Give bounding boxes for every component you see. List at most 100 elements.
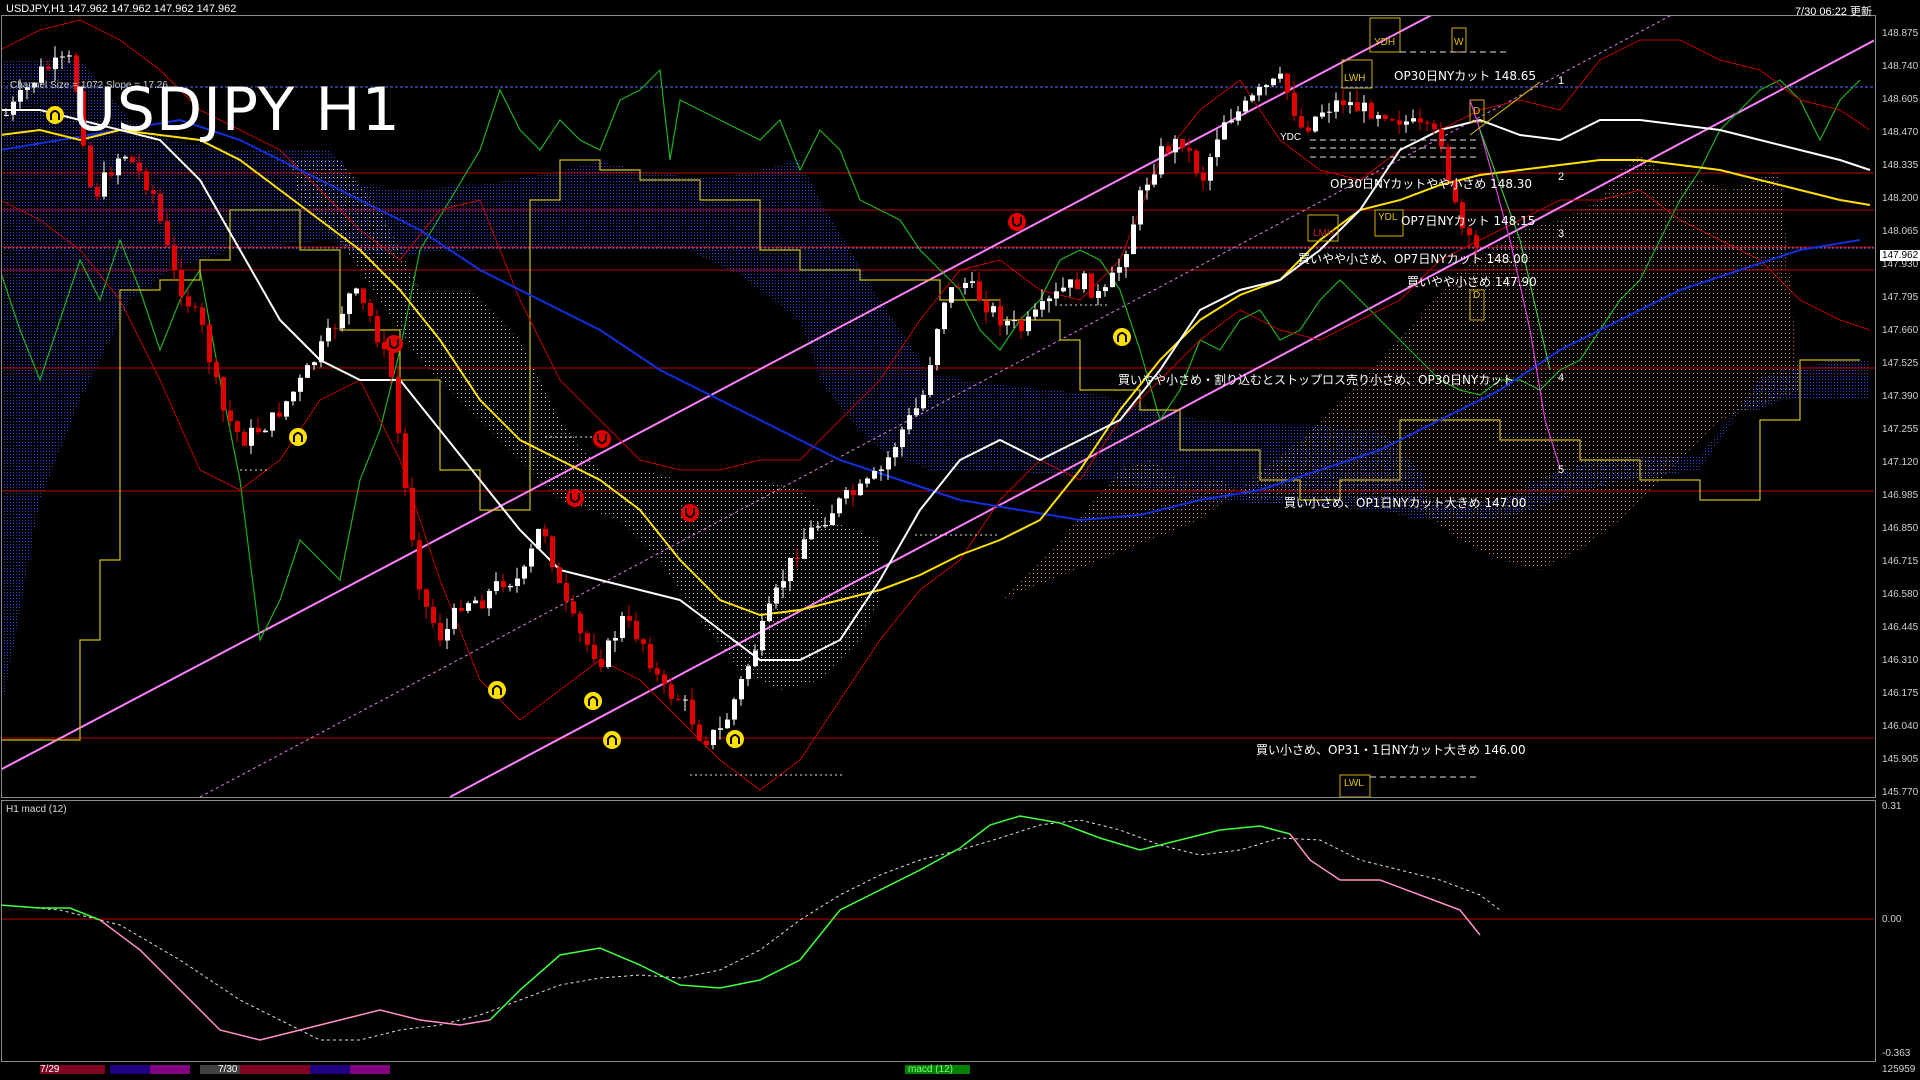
candle-body <box>711 729 716 745</box>
annotation-8: 買い小さめ、OP31・1日NYカット大きめ 146.00 <box>1256 743 1526 757</box>
candle-body <box>200 307 205 325</box>
price-axis-label: 147.255 <box>1882 424 1919 435</box>
candle-body <box>529 548 534 567</box>
candle-body <box>998 306 1003 326</box>
level-lwh: LWH <box>1344 73 1366 84</box>
candle-body <box>669 684 674 699</box>
candle-body <box>466 603 471 611</box>
level-d: D <box>1473 106 1481 117</box>
candle-body <box>1243 100 1248 112</box>
chart-canvas[interactable] <box>0 0 1920 1080</box>
price-axis-label: 146.175 <box>1882 688 1919 699</box>
candle-body <box>914 408 919 416</box>
candle-body <box>46 66 51 70</box>
candle-body <box>725 719 730 729</box>
candle-body <box>1236 111 1241 121</box>
candle-body <box>921 394 926 409</box>
annotation-2: OP30日NYカットやや小さめ 148.30 <box>1330 177 1533 191</box>
candle-body <box>949 287 954 303</box>
candle-body <box>872 471 877 479</box>
candle-body <box>396 376 401 434</box>
level-ydh: YDH <box>1374 37 1396 48</box>
candle-body <box>319 341 324 363</box>
candle-body <box>935 329 940 366</box>
level-w: W <box>1454 37 1464 48</box>
up-fractal-icon <box>1113 328 1131 346</box>
candle-body <box>109 172 114 176</box>
price-axis-label: 147.660 <box>1882 325 1919 336</box>
candle-body <box>1082 273 1087 290</box>
macd-tab[interactable]: macd (12) <box>908 1064 953 1075</box>
candle-body <box>445 628 450 641</box>
candle-body <box>795 558 800 560</box>
annotation-4: 買いやや小さめ、OP7日NYカット 148.00 <box>1298 252 1529 266</box>
chart-header-info: USDJPY,H1 147.962 147.962 147.962 147.96… <box>6 3 237 15</box>
up-fractal-icon <box>603 731 621 749</box>
candle-body <box>403 433 408 488</box>
down-fractal-icon <box>566 489 584 507</box>
price-axis-label: 146.850 <box>1882 523 1919 534</box>
down-fractal-icon <box>385 335 403 353</box>
candle-body <box>207 324 212 363</box>
candle-body <box>508 585 513 588</box>
page-title: USDJPY H1 <box>72 75 401 145</box>
candle-body <box>410 487 415 541</box>
candle-body <box>816 526 821 528</box>
candle-body <box>354 288 359 294</box>
level-ydl: YDL <box>1378 212 1398 223</box>
candle-body <box>1355 102 1360 112</box>
candle-body <box>1215 139 1220 158</box>
up-fractal-icon <box>584 692 602 710</box>
candle-body <box>809 527 814 540</box>
candle-body <box>1047 298 1052 302</box>
candle-body <box>1397 120 1402 125</box>
candle-body <box>1327 111 1332 113</box>
candle-body <box>1383 115 1388 120</box>
candle-body <box>298 377 303 392</box>
candle-body <box>1075 279 1080 290</box>
candle-body <box>480 600 485 609</box>
candle-body <box>137 162 142 172</box>
candle-body <box>179 269 184 297</box>
candle-body <box>1145 184 1150 191</box>
candle-body <box>991 306 996 313</box>
macd-line-pink <box>99 919 491 1041</box>
price-axis-label: 148.470 <box>1882 127 1919 138</box>
candle-body <box>690 699 695 725</box>
timeline-bar <box>40 1065 970 1074</box>
price-axis-label: 148.740 <box>1882 61 1919 72</box>
candle-body <box>487 591 492 609</box>
candle-body <box>1166 146 1171 153</box>
annotation-5: 買いやや小さめ 147.90 <box>1407 275 1537 289</box>
level-d2: D <box>1473 290 1481 301</box>
price-axis-label: 146.580 <box>1882 589 1919 600</box>
candle-body <box>270 412 275 431</box>
candle-body <box>165 221 170 246</box>
candle-body <box>1432 123 1437 130</box>
candle-body <box>1418 118 1423 123</box>
candle-body <box>1257 87 1262 96</box>
candle-body <box>235 421 240 432</box>
up-fractal-icon <box>46 106 64 124</box>
macd-line-green2 <box>489 815 1291 1021</box>
candle-body <box>1187 148 1192 151</box>
candle-body <box>683 699 688 701</box>
candle-body <box>1306 127 1311 132</box>
candle-body <box>228 410 233 422</box>
candle-body <box>830 513 835 526</box>
candle-body <box>1208 157 1213 181</box>
candle-body <box>970 281 975 283</box>
candle-body <box>186 296 191 307</box>
candle-body <box>1040 301 1045 310</box>
candle-body <box>585 633 590 645</box>
price-axis-label: 145.905 <box>1882 754 1919 765</box>
candle-body <box>963 282 968 289</box>
candle-body <box>1348 102 1353 106</box>
candle-body <box>1026 316 1031 332</box>
candle-body <box>172 245 177 270</box>
candle-body <box>53 57 58 70</box>
candle-body <box>1474 235 1479 248</box>
candle-body <box>536 528 541 549</box>
price-axis-label: 148.200 <box>1882 193 1919 204</box>
candle-body <box>291 391 296 402</box>
